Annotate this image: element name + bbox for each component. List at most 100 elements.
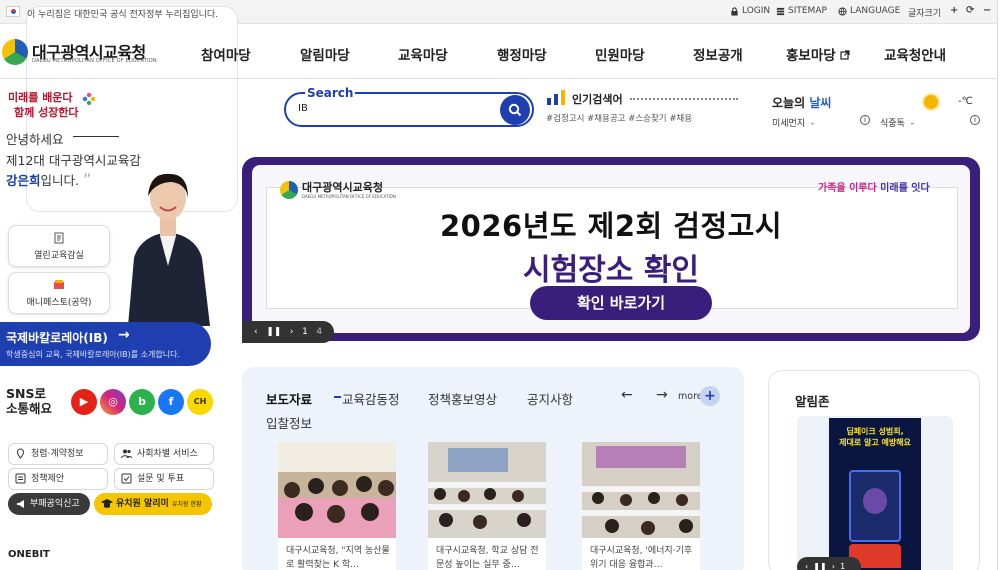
quote-icon: ”	[82, 170, 92, 189]
main-banner-slider[interactable]: 대구광역시교육청 DAEGU METROPOLITAN OFFICE OF ED…	[242, 157, 980, 343]
nav-office-guide[interactable]: 교육청안내	[884, 44, 946, 64]
next-arrow-icon[interactable]: ›	[290, 327, 294, 337]
ib-banner-subtitle: 학생중심의 교육, 국제바칼로레아(IB)를 소개합니다.	[6, 350, 181, 359]
manifesto-button[interactable]: 매니페스토(공약)	[8, 272, 110, 314]
more-link[interactable]: more	[678, 391, 703, 402]
arrow-right-icon: →	[118, 327, 130, 343]
next-arrow-icon[interactable]: ›	[832, 562, 835, 570]
ib-promo-banner[interactable]: 국제바칼로레아(IB) → 학생중심의 교육, 국제바칼로레아(IB)를 소개합…	[0, 322, 211, 366]
news-card[interactable]: 대구시교육청, 학교 상담 전문성 높이는 실무 중…	[428, 442, 546, 570]
site-logo-subtitle: DAEGU METROPOLITAN OFFICE OF EDUCATION	[32, 58, 157, 64]
survey-vote-link[interactable]: 설문 및 투표	[114, 468, 214, 490]
tab-indicator	[334, 396, 341, 398]
food-poisoning-label: 식중독 -	[880, 119, 914, 129]
trending-chart-icon	[547, 90, 565, 105]
pause-icon[interactable]: ❚❚	[266, 327, 281, 337]
ib-banner-title: 국제바칼로레아(IB)	[6, 331, 108, 345]
slide-current: 1	[840, 562, 846, 570]
megaphone-icon	[17, 500, 24, 508]
integrity-contract-link[interactable]: 청렴·계약정보	[8, 443, 108, 465]
search-icon	[508, 103, 522, 117]
tab-bid-info[interactable]: 입찰정보	[266, 413, 312, 432]
news-photo	[582, 442, 700, 538]
nav-info-disclosure[interactable]: 정보공개	[693, 44, 743, 64]
news-headline: 대구시교육청, 학교 상담 전문성 높이는 실무 중…	[436, 546, 539, 570]
kakao-channel-icon[interactable]: CH	[187, 389, 213, 415]
news-card[interactable]: 대구시교육청, "지역 농산물로 활력찾는 K 학…	[278, 442, 396, 570]
next-arrow-icon[interactable]: →	[656, 387, 668, 403]
nav-promotion[interactable]: 홍보마당	[786, 44, 850, 64]
popular-divider	[630, 98, 738, 100]
search-button[interactable]	[500, 95, 530, 125]
banner-logo-subtitle: DAEGU METROPOLITAN OFFICE OF EDUCATION	[302, 194, 396, 199]
tab-superintendent-news[interactable]: 교육감동정	[342, 389, 400, 408]
location-pin-icon	[16, 448, 25, 459]
kindergarten-info-button[interactable]: 유치원 알리미 유치원 현황	[94, 493, 212, 515]
search-input[interactable]	[298, 103, 488, 114]
tab-notices[interactable]: 공지사항	[527, 389, 573, 408]
font-decrease-button[interactable]: −	[983, 5, 991, 16]
site-header: 대구광역시교육청 DAEGU METROPOLITAN OFFICE OF ED…	[0, 25, 1000, 79]
document-icon	[54, 232, 64, 244]
greeting-line-1: 안녕하세요	[6, 132, 64, 147]
slide-total: 4	[316, 327, 323, 337]
banner-slide[interactable]: 대구광역시교육청 DAEGU METROPOLITAN OFFICE OF ED…	[252, 165, 970, 333]
korea-flag-icon	[6, 6, 20, 17]
banner-subtitle: 시험장소 확인	[522, 253, 700, 288]
nav-education[interactable]: 교육마당	[398, 44, 448, 64]
notice-poster: 딥페이크 성범죄, 제대로 알고 예방해요	[829, 418, 921, 570]
prev-arrow-icon[interactable]: ←	[621, 387, 633, 403]
survey-icon	[121, 473, 132, 484]
banner-cta-button[interactable]: 확인 바로가기	[530, 286, 712, 320]
nav-administration[interactable]: 행정마당	[497, 44, 547, 64]
prev-arrow-icon[interactable]: ‹	[254, 327, 258, 337]
popular-search-tags[interactable]: #검정고시 #채용공고 #스승찾기 #채용	[546, 112, 692, 124]
facebook-icon[interactable]: f	[158, 389, 184, 415]
banner-logo: 대구광역시교육청	[302, 181, 383, 194]
info-icon[interactable]: i	[970, 115, 980, 125]
news-photo	[428, 442, 546, 538]
instagram-icon[interactable]: ◎	[100, 389, 126, 415]
plus-icon[interactable]: +	[700, 386, 720, 406]
prev-arrow-icon[interactable]: ‹	[805, 562, 808, 570]
anti-discrimination-service-link[interactable]: 사회차별 서비스	[114, 443, 214, 465]
corruption-report-button[interactable]: 부패공익신고	[8, 493, 90, 515]
info-icon[interactable]: i	[860, 115, 870, 125]
notice-poster-line-2: 제대로 알고 예방해요	[839, 438, 911, 447]
notice-card[interactable]: 딥페이크 성범죄, 제대로 알고 예방해요	[797, 416, 953, 570]
education-office-emblem-icon[interactable]	[2, 39, 28, 65]
blog-icon[interactable]: b	[129, 389, 155, 415]
youtube-icon[interactable]: ▶	[71, 389, 97, 415]
policy-proposal-link[interactable]: 정책제안	[8, 468, 108, 490]
globe-icon	[838, 6, 847, 16]
nav-civil[interactable]: 민원마당	[595, 44, 645, 64]
login-link[interactable]: LOGIN	[730, 6, 770, 16]
lock-icon	[731, 6, 738, 16]
news-card[interactable]: 대구시교육청, '에너지·기후위기 대응 융합과…	[582, 442, 700, 570]
font-increase-button[interactable]: +	[950, 5, 958, 16]
banner-slider-controls: ‹ ❚❚ › 1 4	[242, 321, 334, 343]
notice-zone-title: 알림존	[795, 394, 830, 409]
news-photo	[278, 442, 396, 538]
banner-slogan: 가족을 이루다 미래를 잇다	[818, 183, 930, 194]
education-office-emblem-icon	[280, 181, 298, 199]
tab-press-release[interactable]: 보도자료	[266, 389, 312, 408]
popular-search-title: 인기검색어	[572, 93, 623, 106]
pause-icon[interactable]: ❚❚	[813, 562, 826, 570]
sitemap-link[interactable]: SITEMAP	[776, 6, 827, 16]
greeting-line-3: 강은희입니다. ”	[6, 170, 92, 189]
users-icon	[121, 449, 132, 459]
superintendent-slogan: 미래를 배운다 함께 성장한다	[8, 91, 79, 119]
tab-policy-video[interactable]: 정책홍보영상	[428, 389, 497, 408]
weather-title: 오늘의 날씨	[772, 96, 832, 110]
news-headline: 대구시교육청, "지역 농산물로 활력찾는 K 학…	[286, 546, 390, 570]
sitemap-icon	[776, 7, 785, 15]
superintendent-photo	[128, 173, 210, 326]
nav-participation[interactable]: 참여마당	[201, 44, 251, 64]
open-superintendent-office-button[interactable]: 열린교육감실	[8, 225, 110, 267]
news-panel: 보도자료 교육감동정 정책홍보영상 공지사항 입찰정보 ← → more + 대…	[242, 367, 744, 570]
nav-notice[interactable]: 알림마당	[300, 44, 350, 64]
banner-title: 2026년도 제2회 검정고시	[439, 209, 783, 243]
language-link[interactable]: LANGUAGE	[838, 6, 900, 16]
font-reset-icon[interactable]: ⟳	[966, 5, 974, 16]
